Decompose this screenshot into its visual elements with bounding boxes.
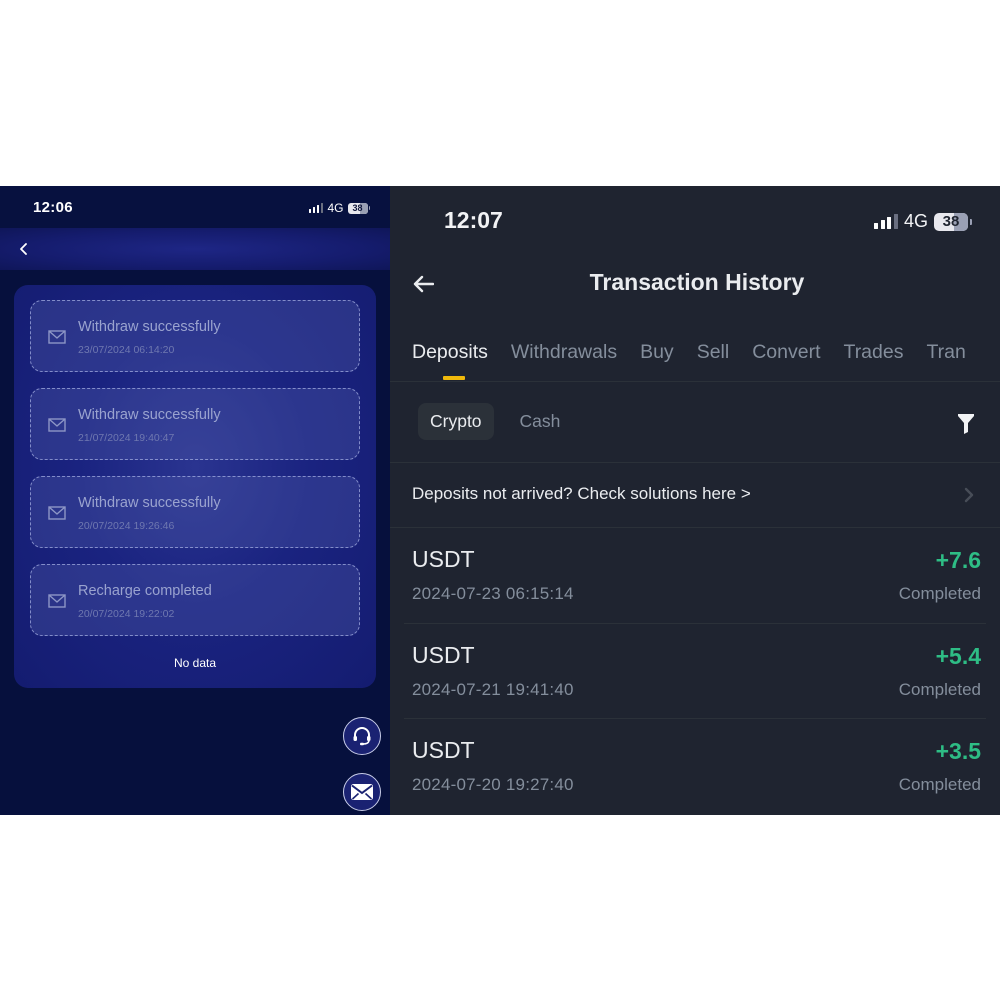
transaction-datetime: 2024-07-20 19:27:40 [412,775,574,794]
transaction-row[interactable]: USDT 2024-07-20 19:27:40 +3.5 Completed [390,719,1000,814]
back-chevron-icon[interactable] [17,240,31,258]
transaction-row[interactable]: USDT 2024-07-21 19:41:40 +5.4 Completed [390,624,1000,719]
active-tab-indicator [443,376,465,380]
transaction-status: Completed [898,775,981,794]
tab-deposits[interactable]: Deposits [412,341,488,364]
battery-tip [970,218,972,225]
message-title: Withdraw successfully [78,495,221,511]
coin-symbol: USDT [412,642,475,668]
tab-convert[interactable]: Convert [752,341,820,364]
battery-icon: 38 [934,212,968,231]
no-data-label: No data [173,656,217,670]
right-phone-screen: 12:07 4G 38 Transaction History Deposits… [390,186,1000,815]
mail-icon [48,594,66,608]
mail-icon [48,418,66,432]
message-title: Withdraw successfully [78,319,221,335]
coin-symbol: USDT [412,546,475,572]
mail-icon [48,330,66,344]
message-timestamp: 20/07/2024 19:22:02 [78,608,175,620]
transaction-type-tabs: Deposits Withdrawals Buy Sell Convert Tr… [412,341,989,364]
battery-icon: 38 [347,202,368,214]
segment-crypto[interactable]: Crypto [418,403,494,440]
battery-level: 38 [942,213,960,230]
network-label: 4G [327,201,344,215]
tab-buy[interactable]: Buy [640,341,674,364]
message-timestamp: 20/07/2024 19:26:46 [78,520,175,532]
customer-service-button[interactable] [343,717,381,755]
filter-icon[interactable] [957,412,975,434]
battery-tip [368,206,370,210]
message-item[interactable]: Withdraw successfully 23/07/2024 06:14:2… [30,300,360,372]
tab-transfer[interactable]: Tran [926,341,965,364]
mail-icon [351,784,373,800]
message-item[interactable]: Withdraw successfully 20/07/2024 19:26:4… [30,476,360,548]
transaction-datetime: 2024-07-23 06:15:14 [412,584,574,603]
headset-icon [353,727,371,746]
message-item[interactable]: Withdraw successfully 21/07/2024 19:40:4… [30,388,360,460]
nav-bar [0,228,390,270]
segment-cash[interactable]: Cash [508,403,573,440]
message-item[interactable]: Recharge completed 20/07/2024 19:22:02 [30,564,360,636]
asset-type-toggle: Crypto Cash [418,403,572,440]
coin-symbol: USDT [412,737,475,763]
battery-level: 38 [352,203,363,213]
transaction-status: Completed [898,584,981,603]
transaction-amount: +5.4 [935,643,981,669]
tab-withdrawals[interactable]: Withdrawals [511,341,617,364]
signal-icon [874,214,898,229]
status-time: 12:07 [444,207,503,233]
transaction-row[interactable]: USDT 2024-07-23 06:15:14 +7.6 Completed [390,528,1000,623]
divider [390,462,1000,463]
message-title: Recharge completed [78,583,212,599]
status-bar: 12:06 4G 38 [0,186,390,228]
mail-icon [48,506,66,520]
messages-button[interactable] [343,773,381,811]
divider [390,381,1000,382]
transaction-datetime: 2024-07-21 19:41:40 [412,680,574,699]
message-timestamp: 23/07/2024 06:14:20 [78,344,175,356]
page-title: Transaction History [589,269,805,295]
deposit-help-link[interactable]: Deposits not arrived? Check solutions he… [412,484,751,504]
tab-trades[interactable]: Trades [844,341,904,364]
message-timestamp: 21/07/2024 19:40:47 [78,432,175,444]
tab-sell[interactable]: Sell [697,341,730,364]
transaction-amount: +7.6 [935,547,981,573]
transaction-status: Completed [898,680,981,699]
network-label: 4G [903,211,928,231]
status-indicators: 4G 38 [874,211,972,232]
transaction-amount: +3.5 [935,738,981,764]
chevron-right-icon[interactable] [964,487,974,503]
status-indicators: 4G 38 [308,201,370,215]
status-time: 12:06 [33,199,73,216]
signal-icon [308,203,324,213]
message-title: Withdraw successfully [78,407,221,423]
message-list-panel: Withdraw successfully 23/07/2024 06:14:2… [14,285,376,688]
left-phone-screen: 12:06 4G 38 Withdraw successfully 23/07/… [0,186,390,815]
